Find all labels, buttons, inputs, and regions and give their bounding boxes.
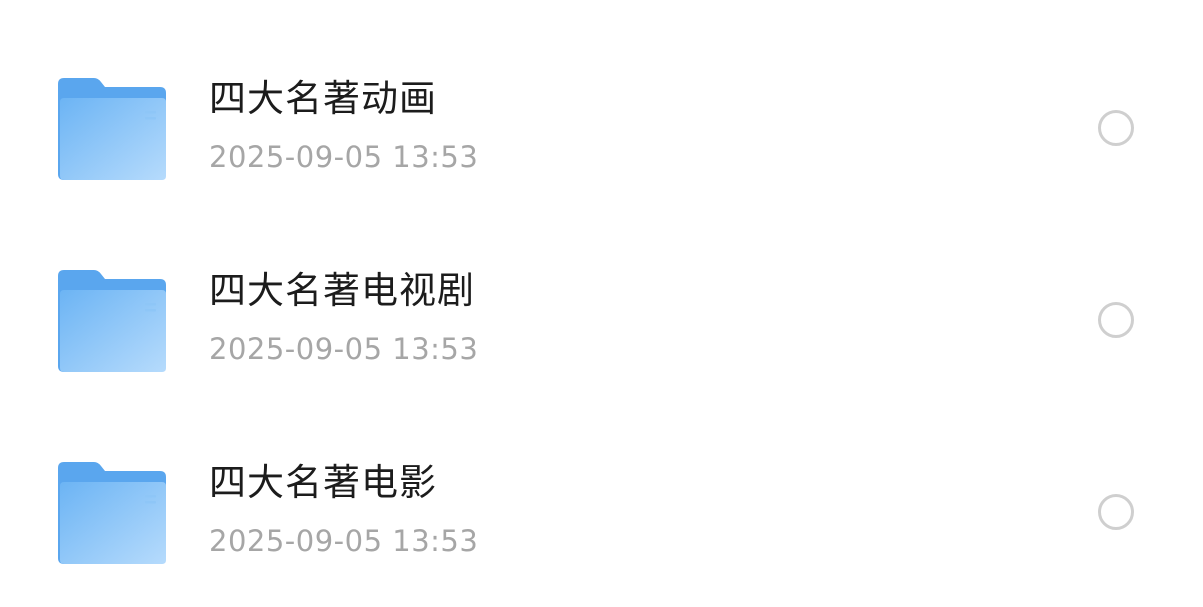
list-item[interactable]: 四大名著电视剧 2025-09-05 13:53	[0, 223, 1203, 415]
list-item[interactable]: 四大名著电影 2025-09-05 13:53	[0, 415, 1203, 607]
folder-name: 四大名著电视剧	[209, 269, 475, 312]
select-radio[interactable]	[1098, 110, 1134, 146]
folder-name: 四大名著动画	[209, 77, 437, 120]
folder-icon	[56, 270, 168, 372]
select-radio[interactable]	[1098, 494, 1134, 530]
list-item[interactable]: 四大名著动画 2025-09-05 13:53	[0, 31, 1203, 223]
folder-date: 2025-09-05 13:53	[209, 332, 479, 366]
folder-name: 四大名著电影	[209, 461, 437, 504]
folder-date: 2025-09-05 13:53	[209, 140, 479, 174]
folder-icon	[56, 78, 168, 180]
folder-icon	[56, 462, 168, 564]
select-radio[interactable]	[1098, 302, 1134, 338]
folder-date: 2025-09-05 13:53	[209, 524, 479, 558]
file-list: 四大名著动画 2025-09-05 13:53 四大名著电视剧 2025-09-…	[0, 0, 1203, 564]
